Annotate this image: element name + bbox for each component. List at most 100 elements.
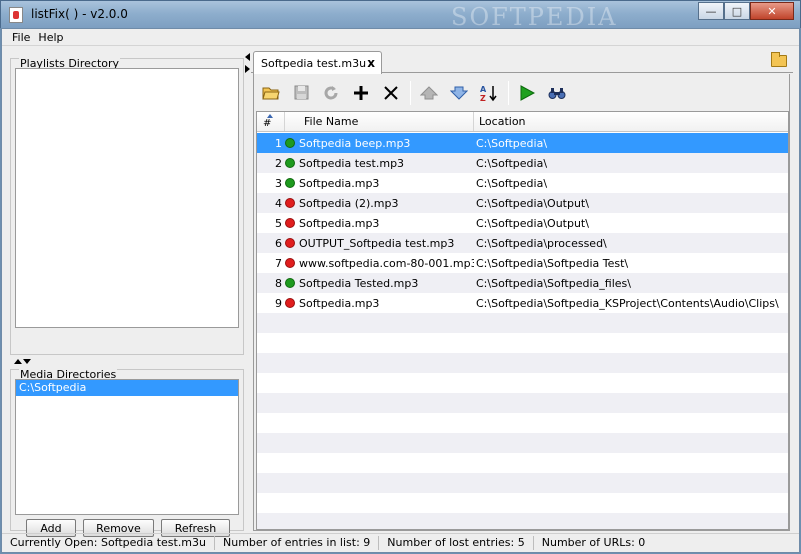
empty-table-row bbox=[257, 393, 788, 413]
row-file-name: Softpedia beep.mp3 bbox=[299, 136, 411, 150]
playlist-panel: Softpedia test.m3u x A Z # File Name Loc… bbox=[251, 49, 793, 531]
collapse-down-icon[interactable] bbox=[23, 359, 31, 364]
row-file-name: Softpedia.mp3 bbox=[299, 216, 380, 230]
tab-close-icon[interactable]: x bbox=[367, 56, 375, 70]
reload-icon[interactable] bbox=[316, 79, 346, 107]
table-row[interactable]: 4 Softpedia (2).mp3 C:\Softpedia\Output\ bbox=[257, 193, 788, 213]
row-number: 8 bbox=[275, 276, 282, 290]
status-url-count: Number of URLs: 0 bbox=[541, 536, 646, 549]
open-playlist-folder-icon[interactable] bbox=[771, 52, 787, 67]
splitter-arrows[interactable] bbox=[14, 354, 44, 364]
row-number: 5 bbox=[275, 216, 282, 230]
table-row[interactable]: 8 Softpedia Tested.mp3 C:\Softpedia\Softpe… bbox=[257, 273, 788, 293]
table-row[interactable]: 9 Softpedia.mp3 C:\Softpedia\Softpedia_KSP… bbox=[257, 293, 788, 313]
row-location: C:\Softpedia\ bbox=[476, 176, 548, 190]
empty-table-row bbox=[257, 313, 788, 333]
found-status-icon bbox=[285, 158, 295, 168]
lost-status-icon bbox=[285, 238, 295, 248]
status-current-file: Currently Open: Softpedia test.m3u bbox=[2, 536, 215, 550]
found-status-icon bbox=[285, 138, 295, 148]
playlists-directory-group: Playlists Directory bbox=[10, 57, 244, 355]
column-header-location[interactable]: Location bbox=[474, 112, 788, 131]
row-number: 6 bbox=[275, 236, 282, 250]
empty-table-row bbox=[257, 513, 788, 529]
row-location: C:\Softpedia\Softpedia_KSProject\Content… bbox=[476, 296, 779, 310]
menu-file[interactable]: File bbox=[2, 29, 36, 45]
empty-table-row bbox=[257, 493, 788, 513]
minimize-button[interactable]: — bbox=[698, 2, 724, 20]
move-down-icon[interactable] bbox=[444, 79, 474, 107]
row-number: 2 bbox=[275, 156, 282, 170]
tab-playlist[interactable]: Softpedia test.m3u x bbox=[253, 51, 382, 74]
table-row[interactable]: 1 Softpedia beep.mp3 C:\Softpedia\ bbox=[257, 133, 788, 153]
sort-icon[interactable]: AZ bbox=[474, 79, 504, 107]
table-row[interactable]: 7 www.softpedia.com-80-001.mp3 C:\Softpedi… bbox=[257, 253, 788, 273]
row-location: C:\Softpedia\ bbox=[476, 156, 548, 170]
lost-status-icon bbox=[285, 218, 295, 228]
play-icon[interactable] bbox=[512, 79, 542, 107]
table-body: 1 Softpedia beep.mp3 C:\Softpedia\ 2 Softped… bbox=[257, 133, 788, 529]
media-directories-list[interactable]: C:\Softpedia bbox=[15, 379, 239, 515]
row-file-name: Softpedia test.mp3 bbox=[299, 156, 405, 170]
lost-status-icon bbox=[285, 258, 295, 268]
window-title: listFix( ) - v2.0.0 bbox=[31, 7, 128, 21]
row-file-name: Softpedia.mp3 bbox=[299, 176, 380, 190]
add-icon[interactable] bbox=[346, 79, 376, 107]
tab-label: Softpedia test.m3u bbox=[261, 56, 367, 70]
empty-table-row bbox=[257, 433, 788, 453]
row-location: C:\Softpedia\Output\ bbox=[476, 216, 589, 230]
empty-table-row bbox=[257, 353, 788, 373]
found-status-icon bbox=[285, 278, 295, 288]
collapse-right-icon[interactable] bbox=[245, 65, 250, 73]
column-header-number[interactable]: # bbox=[257, 112, 285, 131]
media-directory-item[interactable]: C:\Softpedia bbox=[16, 380, 238, 396]
lost-status-icon bbox=[285, 298, 295, 308]
java-app-icon bbox=[9, 7, 23, 23]
row-number: 4 bbox=[275, 196, 282, 210]
row-location: C:\Softpedia\ bbox=[476, 136, 548, 150]
open-folder-icon[interactable] bbox=[256, 79, 286, 107]
collapse-up-icon[interactable] bbox=[14, 359, 22, 364]
table-row[interactable]: 6 OUTPUT_Softpedia test.mp3 C:\Softpedia\p… bbox=[257, 233, 788, 253]
empty-table-row bbox=[257, 453, 788, 473]
empty-table-row bbox=[257, 413, 788, 433]
column-header-file-name[interactable]: File Name bbox=[285, 112, 474, 131]
table-row[interactable]: 3 Softpedia.mp3 C:\Softpedia\ bbox=[257, 173, 788, 193]
row-file-name: OUTPUT_Softpedia test.mp3 bbox=[299, 236, 455, 250]
row-file-name: Softpedia.mp3 bbox=[299, 296, 380, 310]
row-location: C:\Softpedia\processed\ bbox=[476, 236, 607, 250]
svg-text:A: A bbox=[480, 85, 487, 94]
move-up-icon[interactable] bbox=[414, 79, 444, 107]
title-bar: listFix( ) - v2.0.0 SOFTPEDIA — □ ✕ bbox=[0, 0, 801, 31]
playlist-toolbar: AZ bbox=[256, 75, 572, 110]
row-file-name: www.softpedia.com-80-001.mp3 bbox=[299, 256, 474, 270]
empty-table-row bbox=[257, 373, 788, 393]
maximize-button[interactable]: □ bbox=[724, 2, 750, 20]
row-location: C:\Softpedia\Output\ bbox=[476, 196, 589, 210]
status-bar: Currently Open: Softpedia test.m3u Numbe… bbox=[2, 533, 799, 552]
row-location: C:\Softpedia\Softpedia_files\ bbox=[476, 276, 631, 290]
table-row[interactable]: 5 Softpedia.mp3 C:\Softpedia\Output\ bbox=[257, 213, 788, 233]
app-client-area: File Help Playlists Directory Media Dire… bbox=[1, 28, 800, 553]
save-icon[interactable] bbox=[286, 79, 316, 107]
window-controls: — □ ✕ bbox=[698, 2, 794, 20]
menu-bar: File Help bbox=[2, 29, 799, 46]
collapse-left-icon[interactable] bbox=[245, 53, 250, 61]
watermark: SOFTPEDIA bbox=[451, 3, 618, 31]
media-directories-group: Media Directories C:\Softpedia bbox=[10, 368, 244, 531]
playlists-directory-tree[interactable] bbox=[15, 68, 239, 328]
table-row[interactable]: 2 Softpedia test.mp3 C:\Softpedia\ bbox=[257, 153, 788, 173]
empty-table-row bbox=[257, 333, 788, 353]
close-button[interactable]: ✕ bbox=[750, 2, 794, 20]
left-panel: Playlists Directory Media Directories C:… bbox=[10, 49, 244, 537]
row-file-name: Softpedia (2).mp3 bbox=[299, 196, 399, 210]
menu-help[interactable]: Help bbox=[36, 29, 69, 45]
playlist-table[interactable]: # File Name Location 1 Softpedia beep.mp3… bbox=[256, 111, 789, 530]
find-icon[interactable] bbox=[542, 79, 572, 107]
empty-table-row bbox=[257, 473, 788, 493]
toolbar-separator bbox=[406, 79, 414, 107]
row-number: 7 bbox=[275, 256, 282, 270]
status-lost-count: Number of lost entries: 5 bbox=[379, 536, 534, 550]
tab-bar: Softpedia test.m3u x bbox=[251, 49, 793, 74]
delete-icon[interactable] bbox=[376, 79, 406, 107]
